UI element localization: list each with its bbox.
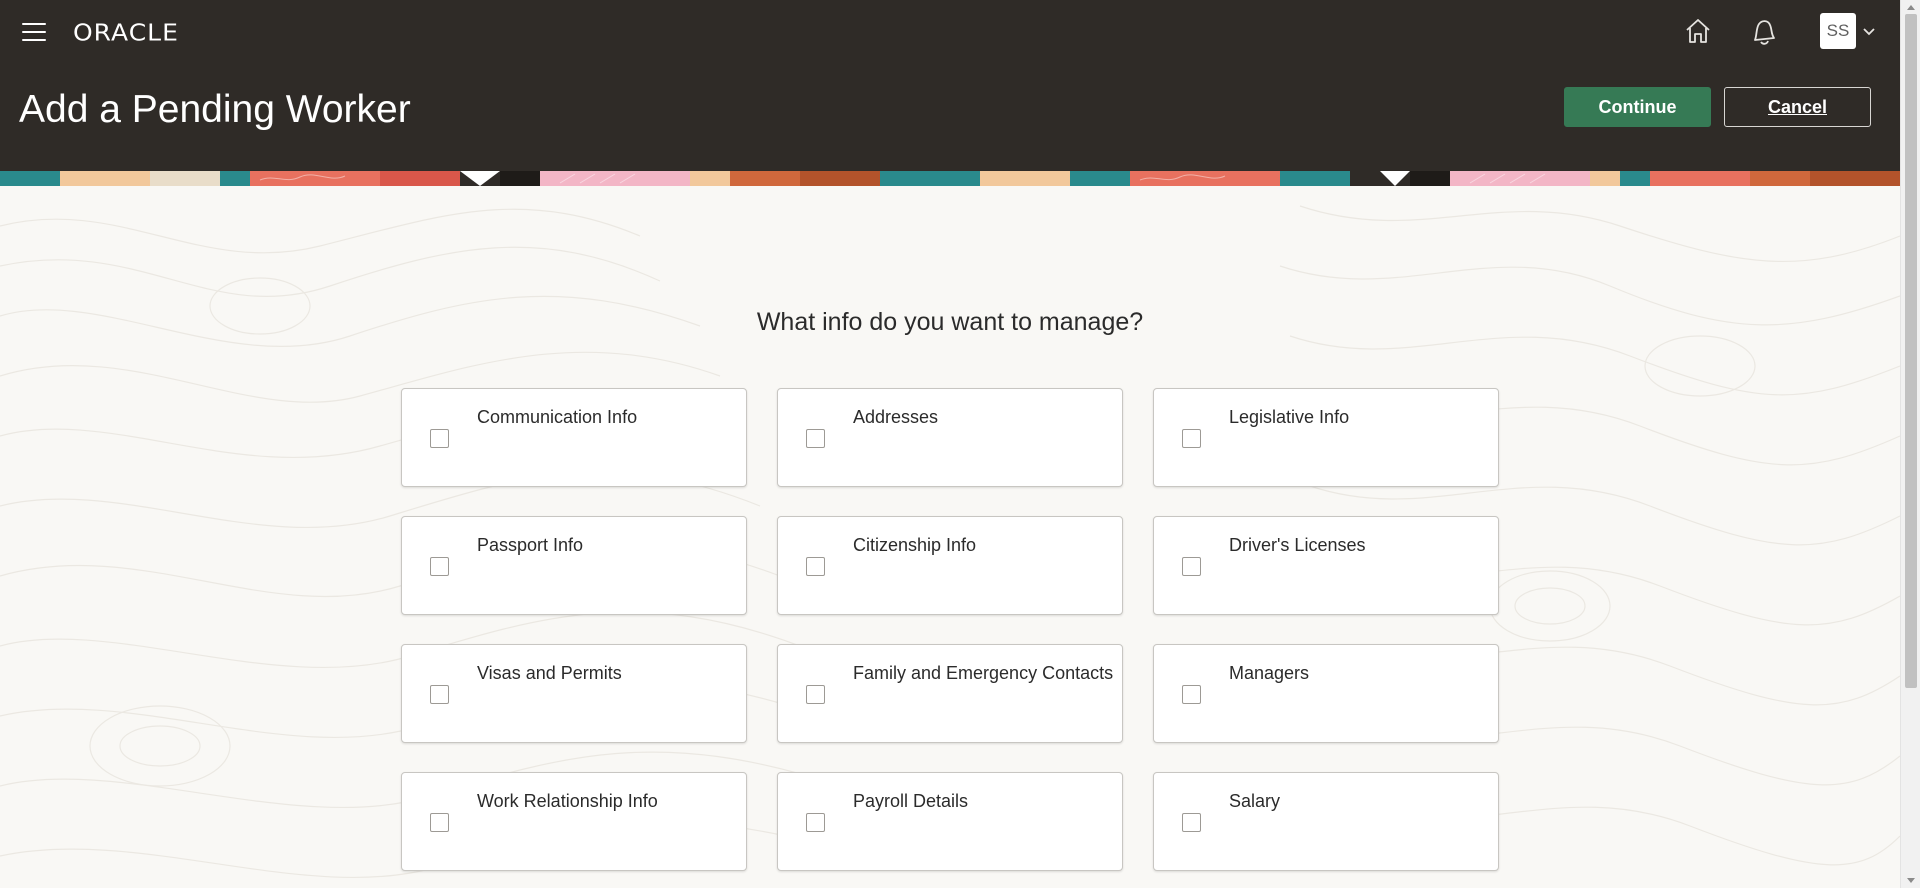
option-label: Citizenship Info: [853, 535, 977, 555]
section-question: What info do you want to manage?: [756, 308, 1144, 336]
option-label: Driver's Licenses: [1229, 535, 1366, 555]
option-card-passport-info[interactable]: Passport Info: [401, 516, 747, 615]
option-label: Payroll Details: [853, 791, 969, 811]
vertical-scrollbar[interactable]: [1900, 0, 1920, 888]
option-card-communication-info[interactable]: Communication Info: [401, 388, 747, 487]
page-title: Add a Pending Worker: [19, 88, 411, 131]
scroll-down-arrow-icon[interactable]: [1901, 872, 1920, 888]
checkbox[interactable]: [1182, 685, 1201, 704]
chevron-down-icon[interactable]: [1862, 27, 1876, 37]
home-icon[interactable]: [1684, 17, 1712, 45]
scrollbar-thumb[interactable]: [1905, 14, 1917, 688]
option-card-payroll-details[interactable]: Payroll Details: [777, 772, 1123, 871]
checkbox[interactable]: [430, 685, 449, 704]
page: ORACLE SS Add a Pending Worker Continue …: [0, 0, 1920, 888]
option-label: Passport Info: [477, 535, 584, 555]
option-label: Work Relationship Info: [477, 791, 658, 811]
option-card-family-and-emergency-contacts[interactable]: Family and Emergency Contacts: [777, 644, 1123, 743]
checkbox[interactable]: [1182, 429, 1201, 448]
checkbox[interactable]: [1182, 557, 1201, 576]
cancel-button[interactable]: Cancel: [1724, 87, 1871, 127]
option-label: Communication Info: [477, 407, 638, 427]
decorative-banner: [0, 171, 1900, 186]
checkbox[interactable]: [806, 813, 825, 832]
option-card-legislative-info[interactable]: Legislative Info: [1153, 388, 1499, 487]
continue-button[interactable]: Continue: [1564, 87, 1711, 127]
option-label: Visas and Permits: [477, 663, 622, 683]
option-card-addresses[interactable]: Addresses: [777, 388, 1123, 487]
checkbox[interactable]: [806, 429, 825, 448]
banner-pattern: [0, 171, 1900, 186]
option-card-work-relationship-info[interactable]: Work Relationship Info: [401, 772, 747, 871]
checkbox[interactable]: [1182, 813, 1201, 832]
option-label: Managers: [1229, 663, 1310, 683]
header-bar: ORACLE SS Add a Pending Worker Continue …: [0, 0, 1900, 171]
option-card-managers[interactable]: Managers: [1153, 644, 1499, 743]
option-label: Legislative Info: [1229, 407, 1350, 427]
option-card-citizenship-info[interactable]: Citizenship Info: [777, 516, 1123, 615]
bell-icon[interactable]: [1749, 16, 1777, 46]
checkbox[interactable]: [806, 685, 825, 704]
options-grid: Communication Info Addresses Legislative…: [401, 388, 1499, 871]
option-label: Addresses: [853, 407, 939, 427]
user-avatar[interactable]: SS: [1820, 13, 1856, 49]
option-card-visas-and-permits[interactable]: Visas and Permits: [401, 644, 747, 743]
option-card-salary[interactable]: Salary: [1153, 772, 1499, 871]
option-label: Family and Emergency Contacts: [853, 663, 1114, 683]
oracle-logo[interactable]: ORACLE: [73, 19, 179, 46]
checkbox[interactable]: [806, 557, 825, 576]
hamburger-menu-icon[interactable]: [22, 23, 46, 41]
option-label: Salary: [1229, 791, 1281, 811]
option-card-drivers-licenses[interactable]: Driver's Licenses: [1153, 516, 1499, 615]
checkbox[interactable]: [430, 429, 449, 448]
checkbox[interactable]: [430, 813, 449, 832]
checkbox[interactable]: [430, 557, 449, 576]
